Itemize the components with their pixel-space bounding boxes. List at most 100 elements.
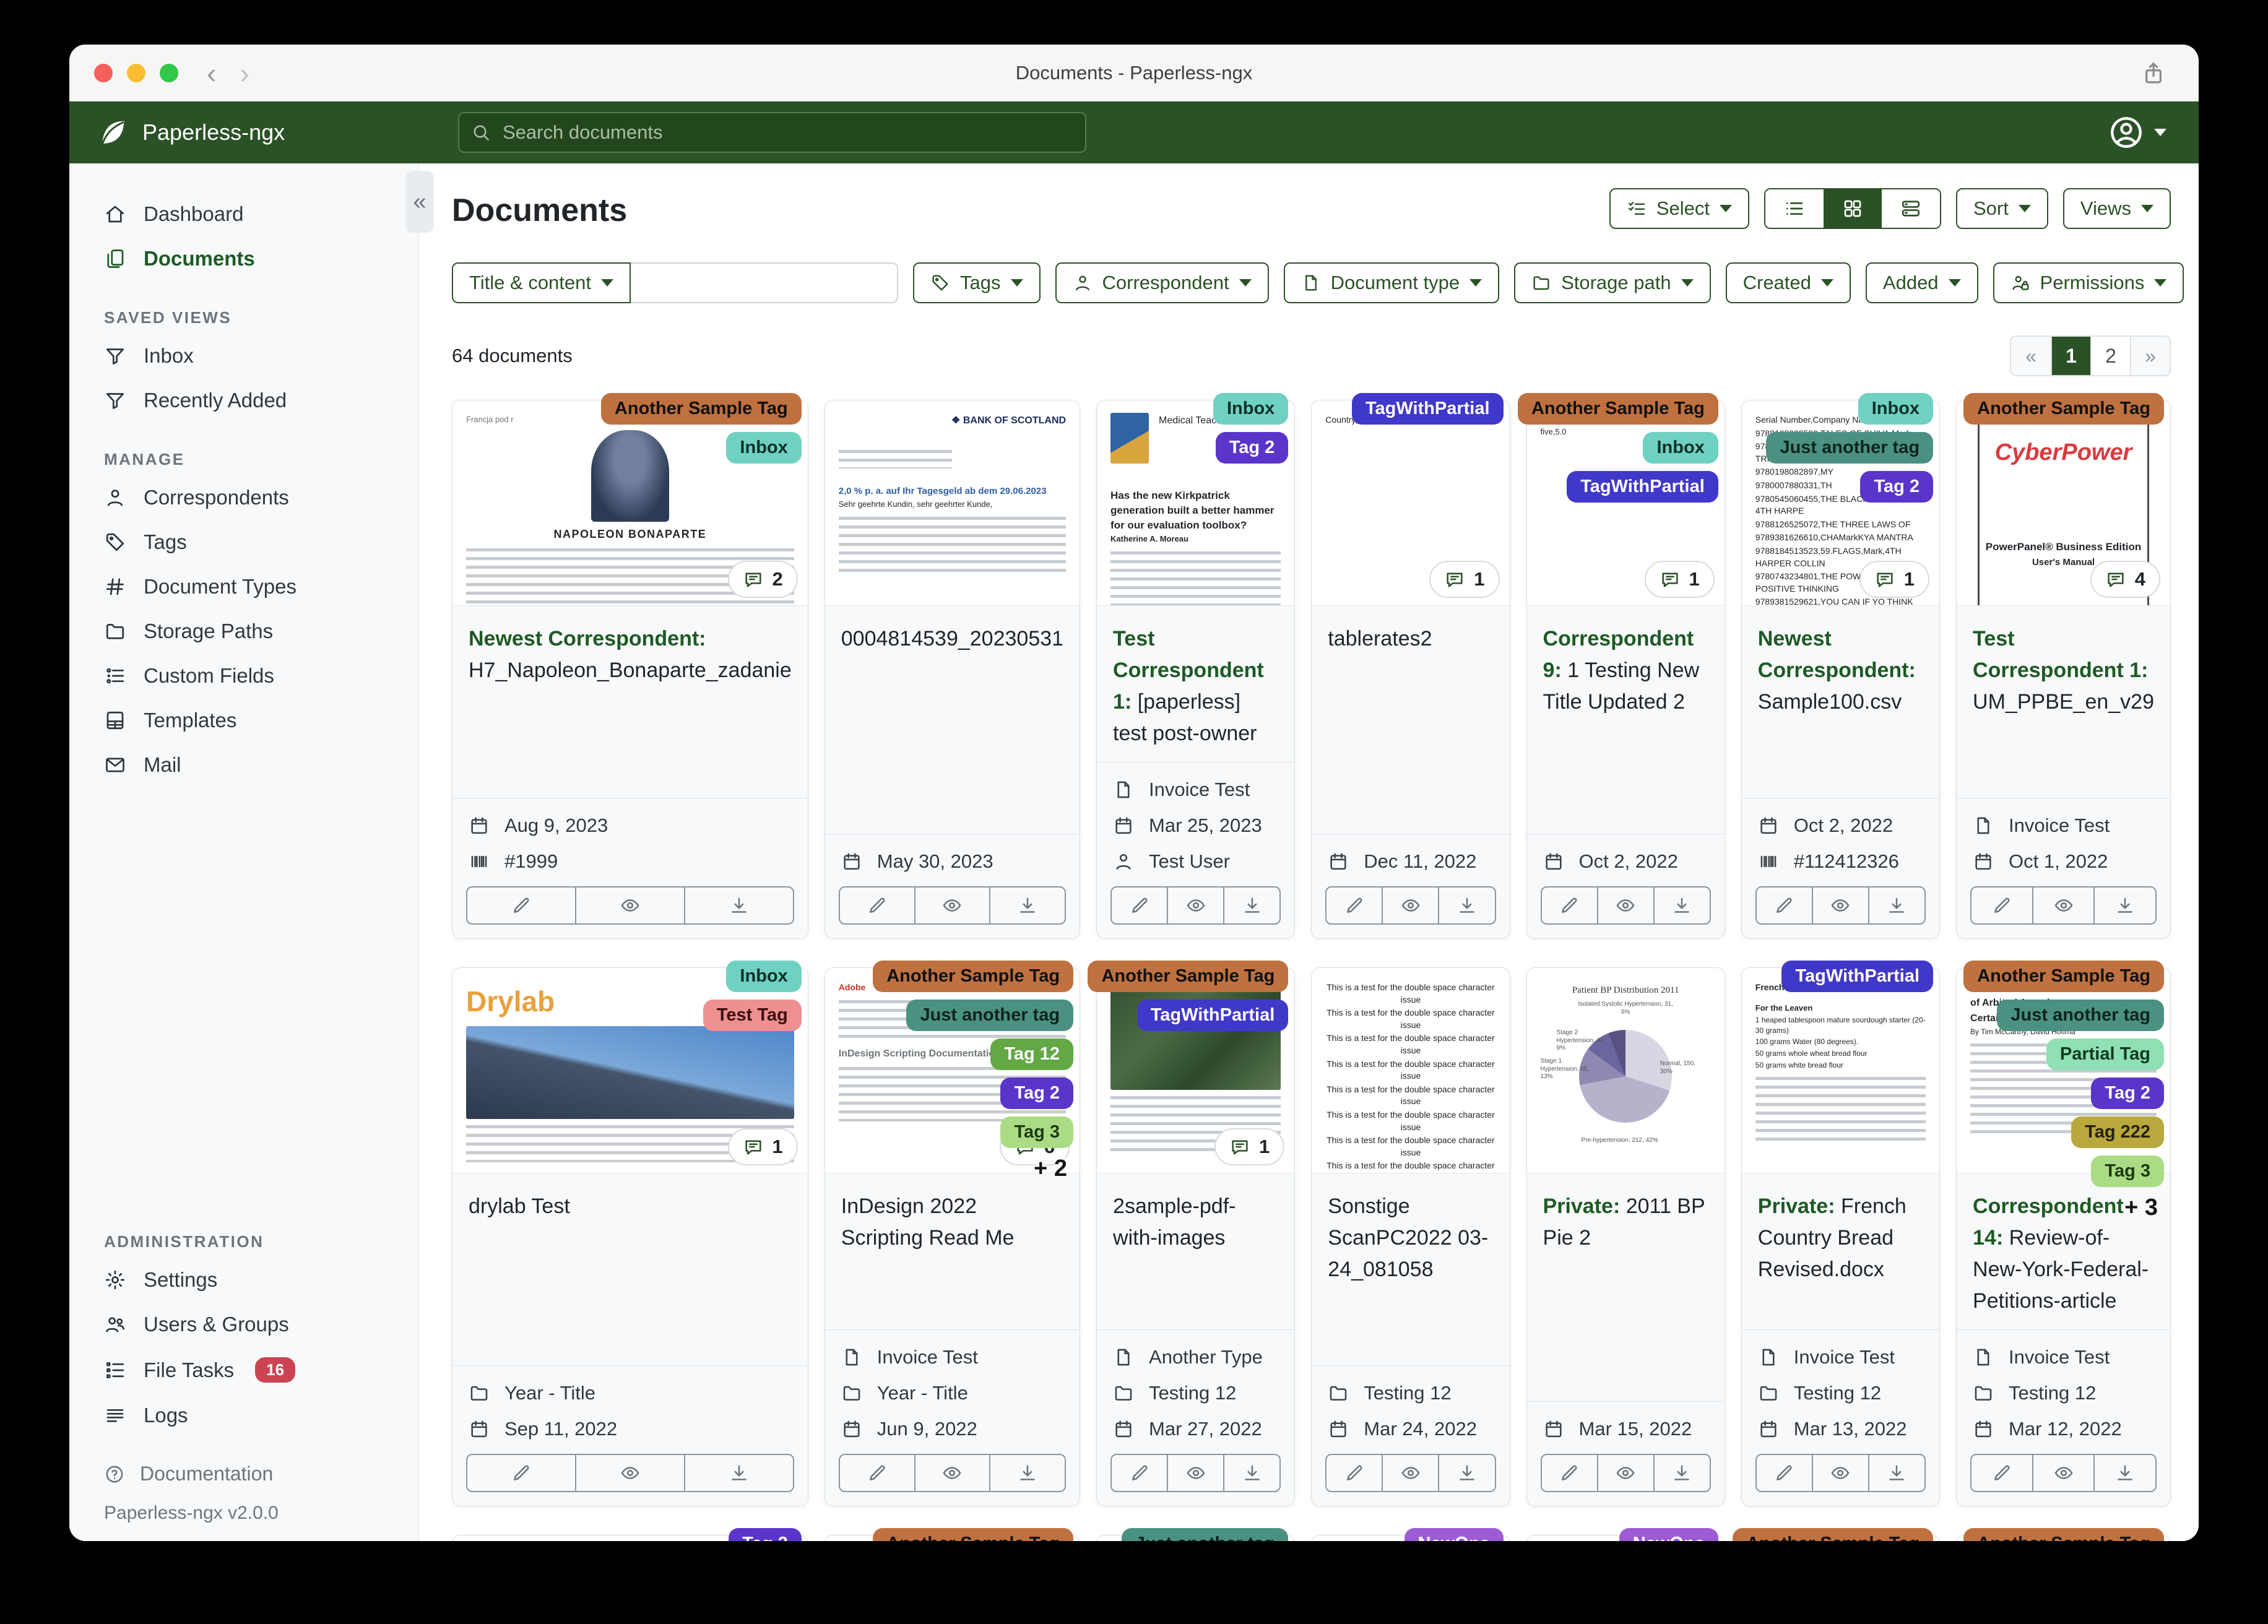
tag-tagwithpartial[interactable]: TagWithPartial	[1567, 471, 1718, 503]
back-button[interactable]: ‹	[207, 59, 216, 87]
edit-button[interactable]	[1542, 1455, 1597, 1491]
search-input[interactable]	[501, 121, 1074, 144]
filter-document-type-button[interactable]: Document type	[1283, 262, 1500, 303]
tag-just-another-tag[interactable]: Just another tag	[1766, 432, 1934, 464]
edit-button[interactable]	[1112, 888, 1167, 923]
preview-button[interactable]	[1167, 888, 1223, 923]
download-button[interactable]	[1868, 1455, 1924, 1491]
edit-button[interactable]	[1327, 888, 1382, 923]
filter-created-button[interactable]: Created	[1725, 262, 1851, 303]
edit-button[interactable]	[1112, 1455, 1167, 1491]
tag-tagwithpartial[interactable]: TagWithPartial	[1351, 393, 1504, 425]
forward-button[interactable]: ›	[240, 59, 249, 87]
tag-another-sample-tag[interactable]: Another Sample Tag	[1963, 1528, 2164, 1541]
download-button[interactable]	[683, 1455, 793, 1491]
tag-just-another-tag[interactable]: Just another tag	[1997, 1000, 2164, 1031]
document-title[interactable]: Newest Correspondent: H7_Napoleon_Bonapa…	[452, 606, 808, 798]
sidebar-item-storage-paths[interactable]: Storage Paths	[69, 609, 418, 654]
pagination-next[interactable]: »	[2130, 337, 2170, 375]
document-title[interactable]: Correspondent 9: 1 Testing New Title Upd…	[1527, 606, 1725, 834]
sidebar-item-document-types[interactable]: Document Types	[69, 564, 418, 609]
document-title[interactable]: Test Correspondent 1: [paperless] test p…	[1097, 606, 1294, 762]
preview-button[interactable]	[914, 1455, 990, 1491]
preview-button[interactable]	[914, 888, 990, 923]
edit-button[interactable]	[1972, 1455, 2032, 1491]
notes-badge[interactable]: 1	[727, 1128, 798, 1165]
edit-button[interactable]	[1327, 1455, 1382, 1491]
tag-tag-3[interactable]: Tag 3	[2091, 1155, 2164, 1187]
document-title[interactable]: 2sample-pdf-with-images	[1097, 1173, 1294, 1329]
document-title[interactable]: Test Correspondent 1: UM_PPBE_en_v29	[1957, 606, 2170, 798]
tag-tag-2[interactable]: Tag 2	[1215, 432, 1289, 464]
sidebar-item-custom-fields[interactable]: Custom Fields	[69, 654, 418, 698]
tag-tag-2[interactable]: Tag 2	[1860, 471, 1934, 503]
document-title[interactable]: Private: 2011 BP Pie 2	[1527, 1173, 1725, 1401]
filter-field-selector[interactable]: Title & content	[452, 262, 631, 303]
preview-button[interactable]	[1596, 888, 1653, 923]
tag-tagwithpartial[interactable]: TagWithPartial	[1136, 1000, 1289, 1031]
download-button[interactable]	[1223, 888, 1279, 923]
filter-storage-path-button[interactable]: Storage path	[1514, 262, 1711, 303]
collapse-sidebar-button[interactable]: «	[405, 171, 434, 233]
filter-text-input[interactable]	[631, 262, 899, 303]
notes-badge[interactable]: 1	[1429, 561, 1500, 598]
preview-button[interactable]	[1596, 1455, 1653, 1491]
tag-tag-12[interactable]: Tag 12	[990, 1039, 1074, 1070]
document-title[interactable]: Sonstige ScanPC2022 03-24_081058	[1312, 1173, 1509, 1365]
sidebar-item-users-groups[interactable]: Users & Groups	[69, 1302, 418, 1347]
tag-tag-2[interactable]: Tag 2	[2091, 1078, 2164, 1109]
filter-added-button[interactable]: Added	[1865, 262, 1978, 303]
tag-test-tag[interactable]: Test Tag	[703, 1000, 802, 1031]
document-title[interactable]: tablerates2	[1312, 606, 1509, 834]
notes-badge[interactable]: 1	[1859, 561, 1930, 598]
notes-badge[interactable]: 1	[1644, 561, 1715, 598]
preview-button[interactable]	[1811, 888, 1868, 923]
tag-another-sample-tag[interactable]: Another Sample Tag	[1517, 393, 1718, 425]
sidebar-item-inbox[interactable]: Inbox	[69, 334, 418, 378]
sidebar-item-mail[interactable]: Mail	[69, 743, 418, 787]
sidebar-item-file-tasks[interactable]: File Tasks 16	[69, 1347, 418, 1393]
edit-button[interactable]	[1542, 888, 1597, 923]
tag-tag-3[interactable]: Tag 3	[1000, 1116, 1074, 1148]
edit-button[interactable]	[467, 888, 575, 923]
document-preview[interactable]: ❖ BANK OF SCOTLAND 2,0 % p. a. auf Ihr Ta…	[825, 400, 1080, 606]
notes-badge[interactable]: 1	[1214, 1128, 1285, 1165]
tag-partial-tag[interactable]: Partial Tag	[2046, 1039, 2164, 1070]
sidebar-item-tags[interactable]: Tags	[69, 520, 418, 564]
tag-another-sample-tag[interactable]: Another Sample Tag	[1963, 961, 2164, 992]
download-button[interactable]	[1653, 888, 1710, 923]
sidebar-item-correspondents[interactable]: Correspondents	[69, 475, 418, 520]
pagination-page-2[interactable]: 2	[2090, 337, 2130, 375]
document-preview[interactable]: French Country BreadFor the Leaven1 heap…	[1741, 968, 1940, 1173]
sidebar-item-documents[interactable]: Documents	[69, 236, 418, 281]
download-button[interactable]	[1438, 1455, 1494, 1491]
document-title[interactable]: Newest Correspondent: Sample100.csv	[1742, 606, 1939, 798]
view-grid-button[interactable]	[1824, 189, 1882, 228]
tag-another-sample-tag[interactable]: Another Sample Tag	[1088, 961, 1289, 992]
select-button[interactable]: Select	[1609, 188, 1749, 229]
notes-badge[interactable]: 2	[727, 561, 798, 598]
tag-newone[interactable]: NewOne	[1619, 1528, 1718, 1541]
download-button[interactable]	[1653, 1455, 1710, 1491]
preview-button[interactable]	[574, 888, 684, 923]
edit-button[interactable]	[1757, 1455, 1812, 1491]
sort-button[interactable]: Sort	[1956, 188, 2048, 229]
tag-just-another-tag[interactable]: Just another tag	[1121, 1528, 1289, 1541]
sidebar-item-dashboard[interactable]: Dashboard	[69, 192, 418, 236]
sidebar-item-settings[interactable]: Settings	[69, 1258, 418, 1302]
edit-button[interactable]	[840, 1455, 914, 1491]
user-menu[interactable]	[2108, 114, 2166, 150]
tag-another-sample-tag[interactable]: Another Sample Tag	[600, 393, 802, 425]
tag-newone[interactable]: NewOne	[1404, 1528, 1504, 1541]
edit-button[interactable]	[467, 1455, 575, 1491]
tag-another-sample-tag[interactable]: Another Sample Tag	[873, 1528, 1074, 1541]
zoom-window-button[interactable]	[160, 63, 178, 82]
edit-button[interactable]	[840, 888, 914, 923]
tag-tag-222[interactable]: Tag 222	[2071, 1116, 2164, 1148]
document-preview[interactable]: CyberPower PowerPanel® Business Edition Us…	[1957, 400, 2170, 606]
tag-inbox[interactable]: Inbox	[1858, 393, 1934, 425]
tag-tag-2[interactable]: Tag 2	[1000, 1078, 1074, 1109]
document-preview[interactable]: Patient BP Distribution 2011 Normal, 150,…	[1526, 968, 1725, 1173]
tag-another-sample-tag[interactable]: Another Sample Tag	[1963, 393, 2164, 425]
preview-button[interactable]	[574, 1455, 684, 1491]
